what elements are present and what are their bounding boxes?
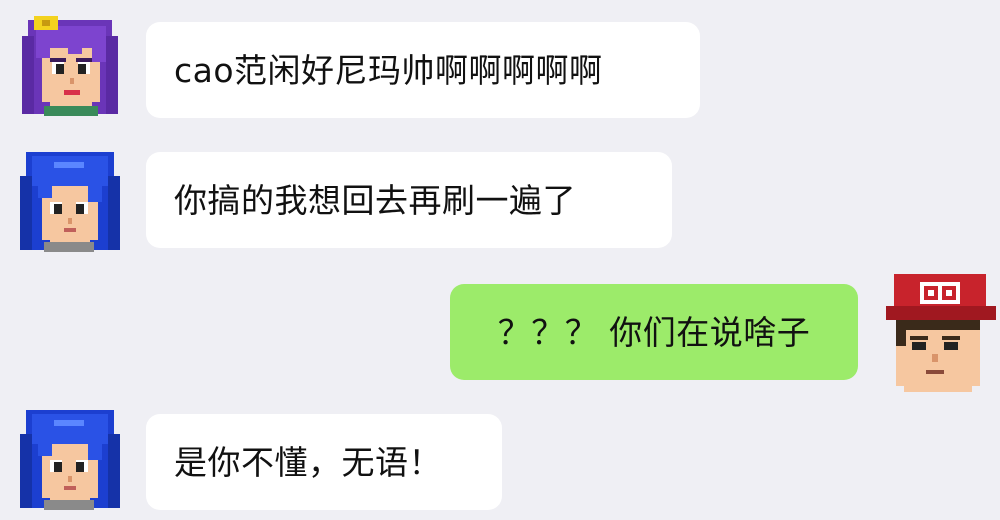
message-text: cao范闲好尼玛帅啊啊啊啊啊 [174,50,603,90]
message-bubble-incoming: 你搞的我想回去再刷一遍了 [146,152,672,248]
purple-hair-girl-avatar-icon[interactable] [14,6,124,116]
message-text: 是你不懂，无语！ [174,442,442,482]
qq-cap-boy-avatar-icon[interactable] [880,266,1000,396]
message-text: ？？？ 你们在说啥子 [497,312,811,352]
blue-hair-girl-avatar-icon[interactable] [14,142,124,252]
message-bubble-incoming: 是你不懂，无语！ [146,414,502,510]
message-bubble-incoming: cao范闲好尼玛帅啊啊啊啊啊 [146,22,700,118]
message-bubble-outgoing: ？？？ 你们在说啥子 [450,284,858,380]
message-text: 你搞的我想回去再刷一遍了 [174,180,576,220]
blue-hair-girl-avatar-icon[interactable] [14,400,124,510]
